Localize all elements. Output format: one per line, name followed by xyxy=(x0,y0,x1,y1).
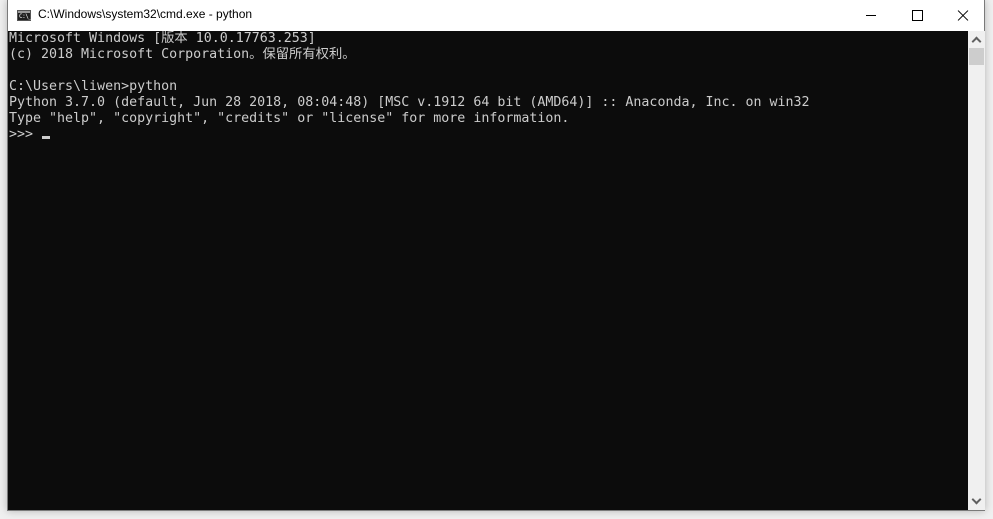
cmd-icon-text: C:\_ xyxy=(19,13,32,20)
title-bar[interactable]: C:\_ C:\Windows\system32\cmd.exe - pytho… xyxy=(8,0,984,31)
cmd-icon[interactable]: C:\_ xyxy=(17,10,32,21)
console-line: Python 3.7.0 (default, Jun 28 2018, 08:0… xyxy=(9,95,810,110)
maximize-icon xyxy=(911,10,923,21)
console-line: C:\Users\liwen>python xyxy=(9,79,178,94)
console-line: (c) 2018 Microsoft Corporation。保留所有权利。 xyxy=(9,47,356,62)
close-icon xyxy=(957,10,969,22)
console-line: Microsoft Windows [版本 10.0.17763.253] xyxy=(9,31,316,46)
scroll-down-button[interactable] xyxy=(968,493,985,510)
vertical-scrollbar[interactable] xyxy=(968,31,985,510)
cmd-window: C:\_ C:\Windows\system32\cmd.exe - pytho… xyxy=(7,0,985,511)
console-line: Type "help", "copyright", "credits" or "… xyxy=(9,111,570,126)
python-prompt: >>> xyxy=(9,127,42,142)
minimize-button[interactable] xyxy=(848,0,894,31)
text-cursor xyxy=(42,136,51,139)
chevron-up-icon xyxy=(971,36,982,47)
scrollbar-thumb[interactable] xyxy=(969,48,984,65)
chevron-down-icon xyxy=(971,494,982,505)
console-output[interactable]: Microsoft Windows [版本 10.0.17763.253] (c)… xyxy=(8,31,968,510)
close-button[interactable] xyxy=(940,0,986,31)
maximize-button[interactable] xyxy=(894,0,940,31)
scroll-up-button[interactable] xyxy=(968,31,985,48)
minimize-icon xyxy=(866,15,876,16)
console-text: Microsoft Windows [版本 10.0.17763.253] (c)… xyxy=(8,31,968,143)
window-title: C:\Windows\system32\cmd.exe - python xyxy=(38,7,253,21)
prompt-line[interactable]: >>> xyxy=(9,127,968,143)
